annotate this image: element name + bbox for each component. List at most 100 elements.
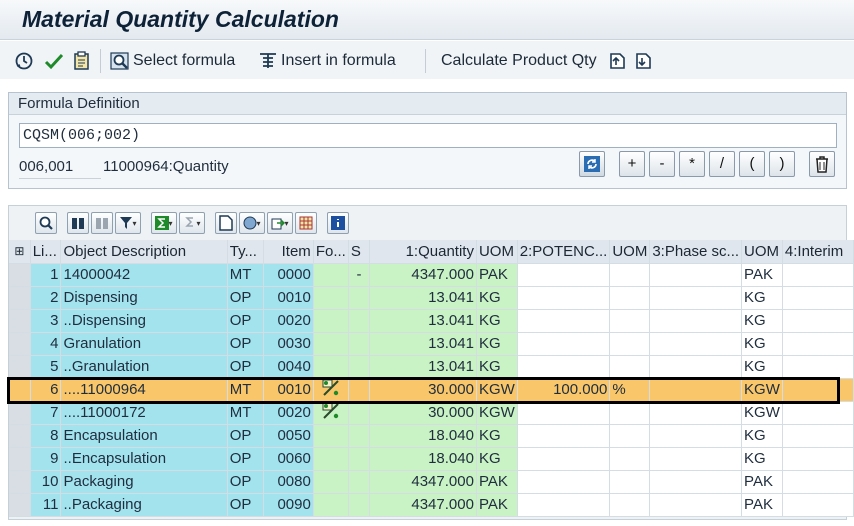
cell-uom3: PAK [741, 263, 783, 287]
row-selector[interactable] [9, 424, 31, 448]
table-row[interactable]: 6 ....11000964 MT 0010 30.000 KGW 100.000% KGW [9, 378, 854, 402]
cell-uom3: PAK [741, 470, 783, 494]
cell-item: 0030 [263, 332, 314, 356]
formula-icon[interactable] [322, 379, 340, 401]
cell-quantity: 30.000 [369, 378, 477, 402]
col-header-uom[interactable]: UOM [476, 240, 518, 264]
cell-description: Encapsulation [60, 424, 228, 448]
col-header-type[interactable]: Ty... [227, 240, 265, 264]
col-header-potency[interactable]: 2:POTENC... [517, 240, 611, 264]
cell-potency [517, 401, 611, 425]
cell-li: 8 [30, 424, 62, 448]
table-row[interactable]: 11 ..Packaging OP 0090 4347.000 PAK PAK [9, 493, 854, 517]
row-selector[interactable] [9, 355, 31, 379]
col-header-uom2[interactable]: UOM [609, 240, 651, 264]
sum-icon [155, 216, 170, 230]
col-header-interim[interactable]: 4:Interim [782, 240, 854, 264]
cell-uom3: KGW [741, 378, 783, 402]
col-header-s[interactable]: S [348, 240, 371, 264]
row-selector[interactable] [9, 401, 31, 425]
table-row[interactable]: 8 Encapsulation OP 0050 18.040 KG KG [9, 424, 854, 448]
row-selector[interactable] [9, 378, 31, 402]
cell-description: ..Packaging [60, 493, 228, 517]
grid-details-button[interactable] [35, 212, 57, 234]
document-icon [219, 215, 233, 231]
table-row[interactable]: 3 ..Dispensing OP 0020 13.041 KG KG [9, 309, 854, 333]
operator-close-paren-button[interactable]: ) [769, 151, 795, 177]
info-button[interactable] [327, 212, 349, 234]
select-formula-button[interactable]: Select formula [110, 50, 235, 72]
operator-multiply-button[interactable]: * [679, 151, 705, 177]
formula-input[interactable]: CQSM(006;002) [19, 123, 837, 148]
table-row[interactable]: 2 Dispensing OP 0010 13.041 KG KG [9, 286, 854, 310]
check-icon[interactable] [44, 50, 67, 72]
cell-uom3: KG [741, 424, 783, 448]
col-header-description[interactable]: Object Description [60, 240, 228, 264]
cell-interim [782, 401, 854, 425]
operator-minus-button[interactable]: - [649, 151, 675, 177]
operator-divide-button[interactable]: / [709, 151, 735, 177]
cell-s [348, 493, 371, 517]
row-selector[interactable] [9, 263, 31, 287]
export-button[interactable] [267, 212, 293, 234]
col-header-phase[interactable]: 3:Phase sc... [649, 240, 743, 264]
table-row[interactable]: 9 ..Encapsulation OP 0060 18.040 KG KG [9, 447, 854, 471]
cell-type: OP [227, 309, 265, 333]
row-selector[interactable] [9, 470, 31, 494]
magnifier-icon [39, 216, 53, 230]
views-button[interactable] [239, 212, 265, 234]
back-icon[interactable] [14, 50, 37, 72]
cell-formula [313, 332, 349, 356]
clipboard-icon[interactable] [72, 50, 95, 72]
cell-uom3: KG [741, 355, 783, 379]
filter-button[interactable] [115, 212, 141, 234]
col-header-uom3[interactable]: UOM [741, 240, 783, 264]
col-header-item[interactable]: Item [263, 240, 314, 264]
collapse-icon[interactable] [634, 50, 657, 72]
table-row[interactable]: 7 ....11000172 MT 0020 30.000 KGW KGW [9, 401, 854, 425]
row-selector[interactable] [9, 447, 31, 471]
calculate-qty-button[interactable]: Calculate Product Qty [441, 50, 597, 72]
col-header-formula[interactable]: Fo... [313, 240, 349, 264]
insert-formula-label: Insert in formula [281, 52, 396, 69]
table-row[interactable]: 10 Packaging OP 0080 4347.000 PAK PAK [9, 470, 854, 494]
cell-s [348, 470, 371, 494]
layout-button[interactable] [295, 212, 317, 234]
delete-button[interactable] [809, 151, 835, 177]
export-icon [271, 218, 286, 230]
print-button[interactable] [215, 212, 237, 234]
row-selector[interactable] [9, 332, 31, 356]
cell-potency: 100.000 [517, 378, 611, 402]
cell-s [348, 355, 371, 379]
sum-button[interactable] [151, 212, 177, 234]
cell-formula [313, 378, 349, 402]
cell-phase [649, 493, 743, 517]
subtotal-button[interactable] [179, 212, 205, 234]
cell-interim [782, 286, 854, 310]
table-row[interactable]: 1 14000042 MT 0000-4347.000 PAK PAK [9, 263, 854, 287]
col-header-li[interactable]: Li... [30, 240, 62, 264]
cell-phase [649, 309, 743, 333]
formula-icon[interactable] [322, 402, 340, 424]
cell-uom: KG [476, 309, 518, 333]
cell-formula [313, 447, 349, 471]
row-selector[interactable] [9, 493, 31, 517]
row-selector[interactable] [9, 286, 31, 310]
expand-icon[interactable] [608, 50, 631, 72]
select-all-icon[interactable]: ⊞ [9, 240, 31, 264]
operator-plus-button[interactable]: + [619, 151, 645, 177]
cell-uom: KG [476, 355, 518, 379]
table-row[interactable]: 4 Granulation OP 0030 13.041 KG KG [9, 332, 854, 356]
operator-open-paren-button[interactable]: ( [739, 151, 765, 177]
cell-potency [517, 424, 611, 448]
cell-s [348, 378, 371, 402]
cell-interim [782, 470, 854, 494]
sort-descending-button[interactable] [91, 212, 113, 234]
table-row[interactable]: 5 ..Granulation OP 0040 13.041 KG KG [9, 355, 854, 379]
col-header-quantity[interactable]: 1:Quantity [369, 240, 477, 264]
insert-formula-button[interactable]: Insert in formula [258, 50, 396, 72]
search-icon [110, 52, 129, 70]
row-selector[interactable] [9, 309, 31, 333]
refresh-button[interactable] [579, 151, 605, 177]
sort-ascending-button[interactable] [67, 212, 89, 234]
